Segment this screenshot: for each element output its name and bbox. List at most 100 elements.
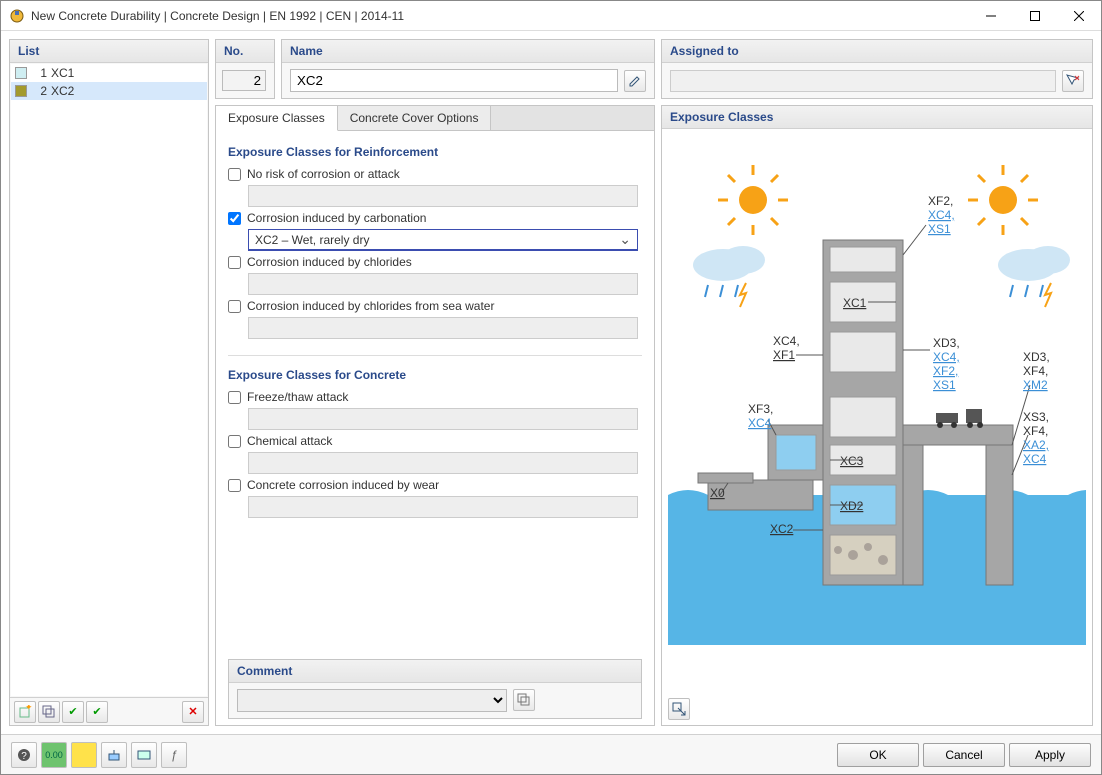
item-index: 2 — [33, 84, 47, 98]
option-row: Chemical attack — [228, 434, 642, 474]
item-index: 1 — [33, 66, 47, 80]
list-panel: List 1 XC1 2 XC2 ✦ ✔ ✔ ✕ — [9, 39, 209, 726]
check-all-button[interactable]: ✔ — [62, 701, 84, 723]
option-carbonation[interactable]: Corrosion induced by carbonation — [228, 211, 642, 225]
comment-select[interactable] — [237, 689, 507, 712]
units-button[interactable]: 0.00 — [41, 742, 67, 768]
new-item-button[interactable]: ✦ — [14, 701, 36, 723]
label-xf3-2: XC4 — [748, 416, 772, 430]
assigned-to-panel: Assigned to — [661, 39, 1093, 99]
label-xd3l-4: XS1 — [933, 378, 956, 392]
help-button[interactable]: ? — [11, 742, 37, 768]
checkbox-chemical[interactable] — [228, 435, 241, 448]
label-xd3l-3: XF2, — [933, 364, 958, 378]
option-chlorides-sea[interactable]: Corrosion induced by chlorides from sea … — [228, 299, 642, 313]
checkbox-chlorides[interactable] — [228, 256, 241, 269]
label-xs3-1: XS3, — [1023, 410, 1049, 424]
label-xd3l-2: XC4, — [933, 350, 960, 364]
comment-header: Comment — [229, 660, 641, 683]
label-xc4: XC4, — [928, 208, 955, 222]
number-panel: No. — [215, 39, 275, 99]
uncheck-all-button[interactable]: ✔ — [86, 701, 108, 723]
option-label: Corrosion induced by chlorides from sea … — [247, 299, 494, 313]
pick-assign-button[interactable] — [1062, 70, 1084, 92]
section-divider — [228, 355, 642, 356]
option-wear[interactable]: Concrete corrosion induced by wear — [228, 478, 642, 492]
checkbox-wear[interactable] — [228, 479, 241, 492]
script-button[interactable]: ƒ — [161, 742, 187, 768]
checkbox-chlorides-sea[interactable] — [228, 300, 241, 313]
diagram-footer — [662, 693, 1092, 725]
label-xc4-xf1-1: XC4, — [773, 334, 800, 348]
close-button[interactable] — [1057, 1, 1101, 31]
highlight-button[interactable] — [71, 742, 97, 768]
option-no-risk[interactable]: No risk of corrosion or attack — [228, 167, 642, 181]
checkbox-carbonation[interactable] — [228, 212, 241, 225]
cancel-button[interactable]: Cancel — [923, 743, 1005, 767]
option-row: Freeze/thaw attack — [228, 390, 642, 430]
item-name: XC2 — [51, 84, 74, 98]
maximize-button[interactable] — [1013, 1, 1057, 31]
view-button[interactable] — [131, 742, 157, 768]
option-chlorides[interactable]: Corrosion induced by chlorides — [228, 255, 642, 269]
label-xc4-xf1-2: XF1 — [773, 348, 795, 362]
number-input[interactable] — [222, 70, 266, 91]
tab-body: Exposure Classes for Reinforcement No ri… — [216, 131, 654, 725]
list-item[interactable]: 1 XC1 — [11, 64, 207, 82]
item-list[interactable]: 1 XC1 2 XC2 — [11, 64, 207, 696]
label-xs3-2: XF4, — [1023, 424, 1048, 438]
label-xd3r-3: XM2 — [1023, 378, 1048, 392]
app-icon — [9, 8, 25, 24]
label-xf2: XF2, — [928, 194, 953, 208]
assigned-field[interactable] — [670, 70, 1056, 92]
svg-text:?: ? — [21, 751, 27, 762]
diagram-extract-button[interactable] — [668, 698, 690, 720]
minimize-button[interactable] — [969, 1, 1013, 31]
option-row: Corrosion induced by carbonation XC2 – W… — [228, 211, 642, 251]
option-field — [248, 496, 638, 518]
label-xc2: XC2 — [770, 522, 794, 536]
svg-text:✦: ✦ — [25, 705, 32, 712]
option-chemical[interactable]: Chemical attack — [228, 434, 642, 448]
main-row: Exposure Classes Concrete Cover Options … — [215, 105, 1093, 726]
tab-exposure-classes[interactable]: Exposure Classes — [216, 106, 338, 131]
option-row: No risk of corrosion or attack — [228, 167, 642, 207]
tab-cover-options[interactable]: Concrete Cover Options — [338, 106, 492, 130]
option-label: Corrosion induced by carbonation — [247, 211, 426, 225]
center-column: No. Name Assigned to — [215, 39, 1093, 726]
ok-button[interactable]: OK — [837, 743, 919, 767]
checkbox-freeze-thaw[interactable] — [228, 391, 241, 404]
apply-button[interactable]: Apply — [1009, 743, 1091, 767]
delete-item-button[interactable]: ✕ — [182, 701, 204, 723]
name-header: Name — [282, 40, 654, 63]
list-item[interactable]: 2 XC2 — [11, 82, 207, 100]
label-xd3r-1: XD3, — [1023, 350, 1050, 364]
content-area: List 1 XC1 2 XC2 ✦ ✔ ✔ ✕ — [1, 31, 1101, 734]
carbonation-dropdown[interactable]: XC2 – Wet, rarely dry — [248, 229, 638, 251]
name-input[interactable] — [290, 69, 618, 92]
diagram-body: XF2, XC4, XS1 XC1 XC4, XF1 XD3, XC4, XF2… — [662, 129, 1092, 693]
label-xf3-1: XF3, — [748, 402, 773, 416]
option-label: Chemical attack — [247, 434, 332, 448]
name-panel: Name — [281, 39, 655, 99]
copy-item-button[interactable] — [38, 701, 60, 723]
list-toolbar: ✦ ✔ ✔ ✕ — [10, 697, 208, 725]
window-title: New Concrete Durability | Concrete Desig… — [31, 9, 969, 23]
option-field — [248, 185, 638, 207]
edit-name-button[interactable] — [624, 70, 646, 92]
comment-panel: Comment — [228, 659, 642, 719]
exposure-diagram: XF2, XC4, XS1 XC1 XC4, XF1 XD3, XC4, XF2… — [668, 135, 1086, 645]
tabstrip: Exposure Classes Concrete Cover Options — [216, 106, 654, 131]
checkbox-no-risk[interactable] — [228, 168, 241, 181]
option-row: Corrosion induced by chlorides — [228, 255, 642, 295]
option-label: Corrosion induced by chlorides — [247, 255, 412, 269]
color-swatch — [15, 85, 27, 97]
label-xc3: XC3 — [840, 454, 864, 468]
option-field — [248, 273, 638, 295]
option-row: Concrete corrosion induced by wear — [228, 478, 642, 518]
model-button[interactable] — [101, 742, 127, 768]
label-xs3-3: XA2, — [1023, 438, 1049, 452]
option-freeze-thaw[interactable]: Freeze/thaw attack — [228, 390, 642, 404]
comment-copy-button[interactable] — [513, 689, 535, 711]
option-label: No risk of corrosion or attack — [247, 167, 400, 181]
